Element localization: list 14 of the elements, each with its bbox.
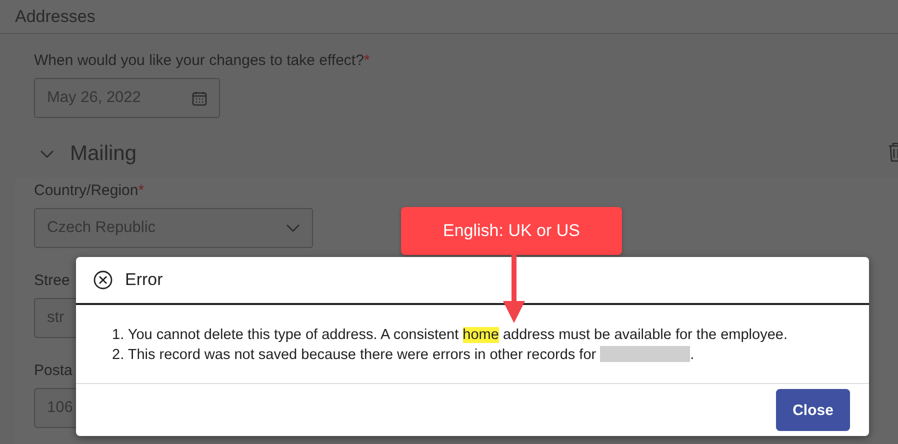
- chevron-down-icon: [286, 224, 300, 232]
- field-label: When would you like your changes to take effect?*: [34, 52, 370, 70]
- error-message: 1. You cannot delete this type of address. A consistent home address must be available for the employee.: [112, 326, 788, 345]
- dialog-title: Error: [125, 270, 163, 290]
- annotation-callout: English: UK or US: [401, 207, 622, 255]
- close-circle-icon: [93, 270, 113, 290]
- field-label: Country/Region*: [34, 182, 144, 200]
- field-label: Posta: [34, 362, 72, 380]
- close-button[interactable]: Close: [776, 389, 850, 431]
- arrow: [503, 255, 525, 325]
- calendar-icon[interactable]: [192, 90, 207, 106]
- error-message: 2. This record was not saved because there were errors in other records for .: [112, 345, 694, 365]
- field-label: Stree: [34, 272, 70, 290]
- section-title: Mailing: [70, 142, 137, 166]
